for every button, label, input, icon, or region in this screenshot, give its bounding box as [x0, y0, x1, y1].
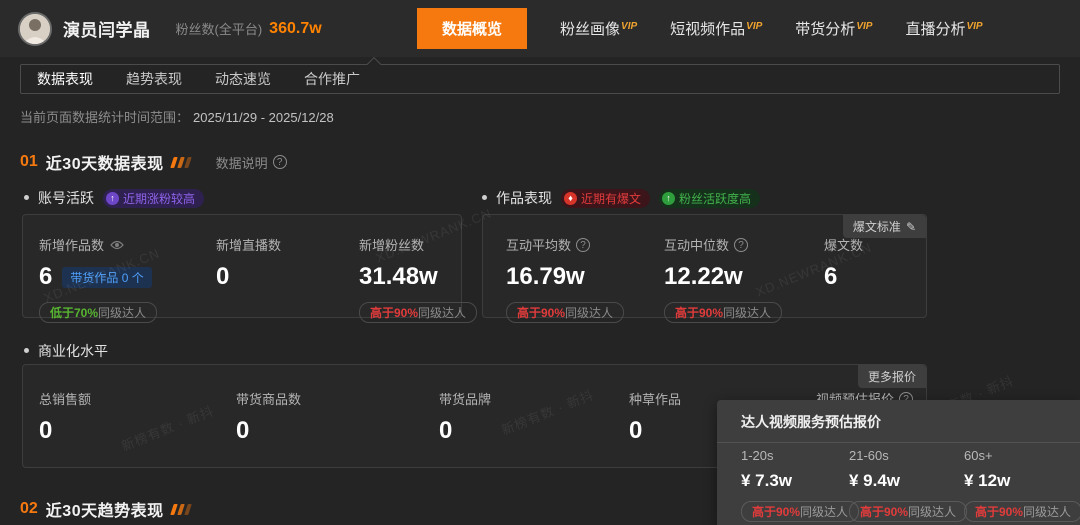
peer-compare-pill: 高于90%同级达人 — [964, 501, 1080, 522]
hot-content-tag: ♦ 近期有爆文 — [561, 189, 650, 208]
works-performance-card: 爆文标准 ✎ 互动平均数 16.79w 高于90%同级达人 互动中位数 12.2… — [482, 214, 927, 318]
fans-active-tag: ↑ 粉丝活跃度高 — [659, 189, 760, 208]
stat-hot-content-count: 爆文数 6 — [824, 235, 863, 291]
stat-total-sales: 总销售额 0 — [39, 389, 91, 445]
nav-tab-fans-portrait[interactable]: 粉丝画像VIP — [560, 18, 637, 39]
profile-name: 演员闫学晶 — [63, 16, 151, 41]
account-activity-card: 新增作品数 6 带货作品 0 个 低于70%同级达人 新增直播数 0 新增粉丝数… — [22, 214, 462, 318]
group-account-activity: 账号活跃 ↑ 近期涨粉较高 — [24, 188, 204, 208]
stat-new-lives: 新增直播数 0 — [216, 235, 281, 291]
flame-icon: ♦ — [564, 192, 577, 205]
data-description-link[interactable]: 数据说明 — [216, 153, 268, 172]
section-title: 近30天数据表现 — [46, 150, 164, 174]
help-icon[interactable] — [273, 155, 287, 169]
vip-badge: VIP — [621, 21, 637, 32]
subnav-tab-trend-performance[interactable]: 趋势表现 — [126, 69, 182, 89]
stat-avg-interaction: 互动平均数 16.79w 高于90%同级达人 — [506, 235, 624, 323]
nav-tab-ecommerce-analysis[interactable]: 带货分析VIP — [795, 18, 872, 39]
section-2-header: 02 近30天趋势表现 — [20, 497, 190, 521]
stat-product-count: 带货商品数 0 — [236, 389, 301, 445]
group-title: 作品表现 — [482, 188, 552, 208]
help-icon[interactable] — [576, 238, 590, 252]
subnav-tab-activity-overview[interactable]: 动态速览 — [215, 69, 271, 89]
group-works-performance: 作品表现 ♦ 近期有爆文 ↑ 粉丝活跃度高 — [482, 188, 760, 208]
peer-compare-pill: 高于90%同级达人 — [741, 501, 859, 522]
peer-compare-pill: 高于90%同级达人 — [506, 302, 624, 323]
peer-compare-pill: 高于90%同级达人 — [359, 302, 477, 323]
video-quote-popup: 达人视频服务预估报价 1-20s ¥ 7.3w 高于90%同级达人 21-60s… — [717, 400, 1080, 525]
page: XD.NEWRANK.CN XD.NEWRANK.CN XD.NEWRANK.C… — [0, 0, 1080, 525]
quote-1-20s: 1-20s ¥ 7.3w 高于90%同级达人 — [741, 448, 859, 522]
vip-badge: VIP — [746, 21, 762, 32]
subnav-tab-data-performance[interactable]: 数据表现 — [37, 69, 93, 89]
quote-marks-icon — [172, 504, 190, 515]
top-header: 演员闫学晶 粉丝数(全平台) 360.7w 数据概览 粉丝画像VIP 短视频作品… — [0, 0, 1080, 57]
section-number: 01 — [20, 153, 38, 171]
fans-count-label: 粉丝数(全平台) — [176, 19, 263, 38]
edit-icon: ✎ — [906, 220, 916, 234]
avatar — [18, 12, 52, 46]
group-commercialization: 商业化水平 — [24, 341, 108, 361]
quote-marks-icon — [172, 157, 190, 168]
group-title: 账号活跃 — [24, 188, 94, 208]
ecommerce-works-badge: 带货作品 0 个 — [62, 267, 151, 288]
date-range-value: 2025/11/29 - 2025/12/28 — [193, 110, 334, 125]
section-title: 近30天趋势表现 — [46, 497, 164, 521]
stat-seeding-works: 种草作品 0 — [629, 389, 681, 445]
nav-tab-live-analysis[interactable]: 直播分析VIP — [905, 18, 982, 39]
stat-new-fans: 新增粉丝数 31.48w 高于90%同级达人 — [359, 235, 477, 323]
avatar-placeholder — [20, 14, 50, 44]
eye-icon[interactable] — [110, 240, 124, 250]
peer-compare-pill: 低于70%同级达人 — [39, 302, 157, 323]
group-title: 商业化水平 — [24, 341, 108, 361]
person-icon: ↑ — [662, 192, 675, 205]
caret-up-icon — [367, 57, 381, 71]
help-icon[interactable] — [734, 238, 748, 252]
date-range-label: 当前页面数据统计时间范围： — [20, 110, 189, 125]
main-nav: 数据概览 粉丝画像VIP 短视频作品VIP 带货分析VIP 直播分析VIP — [417, 0, 983, 57]
stat-brand-count: 带货品牌 0 — [439, 389, 491, 445]
stat-median-interaction: 互动中位数 12.22w 高于90%同级达人 — [664, 235, 782, 323]
quote-21-60s: 21-60s ¥ 9.4w 高于90%同级达人 — [849, 448, 967, 522]
quote-60s-plus: 60s+ ¥ 12w 高于90%同级达人 — [964, 448, 1080, 522]
subnav-tab-cooperation[interactable]: 合作推广 — [304, 69, 360, 89]
peer-compare-pill: 高于90%同级达人 — [664, 302, 782, 323]
arrow-up-icon: ↑ — [106, 192, 119, 205]
popup-title: 达人视频服务预估报价 — [717, 400, 1080, 443]
vip-badge: VIP — [966, 21, 982, 32]
fans-count-value: 360.7w — [269, 20, 321, 38]
growth-tag: ↑ 近期涨粉较高 — [103, 189, 204, 208]
sub-nav: 数据表现 趋势表现 动态速览 合作推广 — [20, 64, 1060, 94]
nav-tab-short-video[interactable]: 短视频作品VIP — [670, 18, 762, 39]
section-number: 02 — [20, 500, 38, 518]
stat-new-works: 新增作品数 6 带货作品 0 个 低于70%同级达人 — [39, 235, 157, 323]
peer-compare-pill: 高于90%同级达人 — [849, 501, 967, 522]
date-range: 当前页面数据统计时间范围： 2025/11/29 - 2025/12/28 — [20, 107, 334, 126]
section-1-header: 01 近30天数据表现 数据说明 — [20, 150, 287, 174]
vip-badge: VIP — [856, 21, 872, 32]
nav-tab-data-overview[interactable]: 数据概览 — [417, 8, 527, 49]
more-quotes-button[interactable]: 更多报价 — [858, 365, 926, 388]
